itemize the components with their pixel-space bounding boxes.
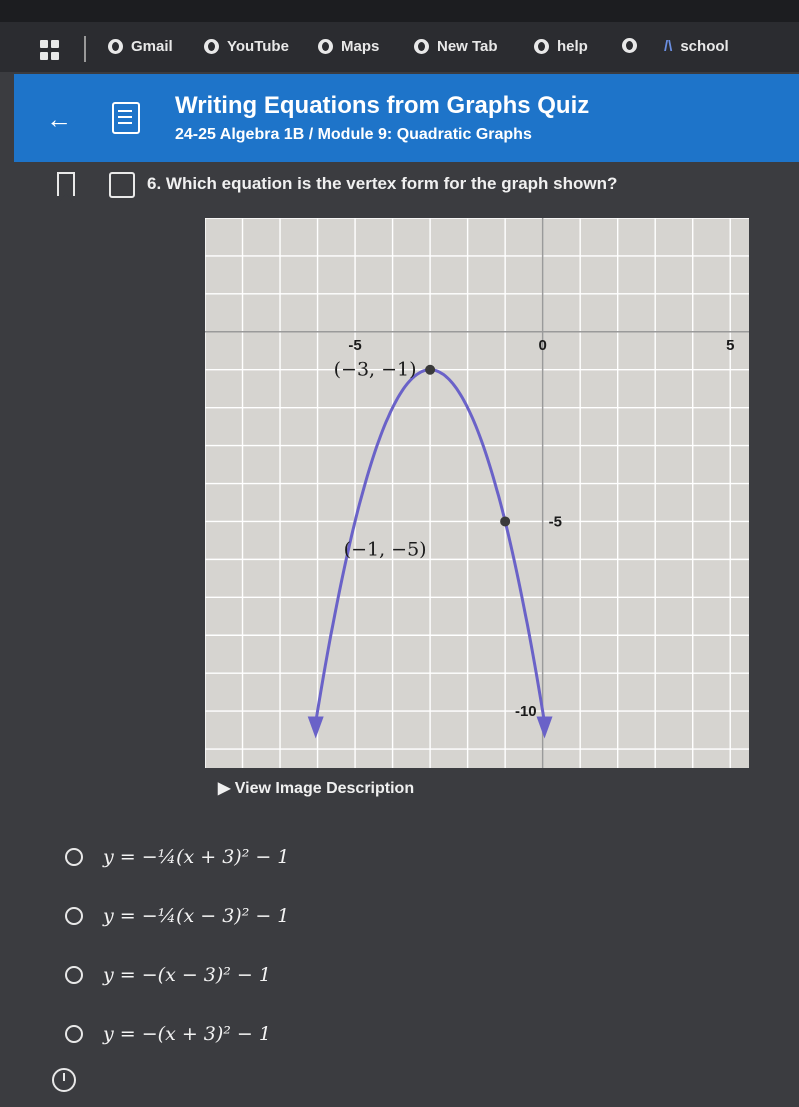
y-tick-label: -10	[515, 703, 537, 720]
timer-icon[interactable]	[52, 1068, 76, 1092]
bookmarks-separator	[84, 36, 86, 62]
bookmark-gmail[interactable]: Gmail	[108, 38, 173, 55]
bookmark-label: help	[557, 38, 588, 55]
option-text: y = −¼(x + 3)² − 1	[103, 846, 290, 868]
point-label: (−1, −5)	[344, 538, 427, 560]
option-text: y = −(x − 3)² − 1	[103, 964, 271, 986]
bookmark-help[interactable]: help	[534, 38, 588, 55]
data-point	[425, 364, 436, 375]
radio-button[interactable]	[65, 848, 83, 866]
graph-axes	[205, 218, 749, 768]
globe-icon	[622, 38, 637, 53]
view-image-description-toggle[interactable]: ▶ View Image Description	[218, 778, 414, 798]
quiz-list-icon	[112, 102, 140, 134]
bookmark-question-icon[interactable]	[57, 172, 75, 202]
answer-option-1[interactable]: y = −¼(x + 3)² − 1	[65, 846, 289, 868]
x-tick-label: -5	[348, 337, 361, 354]
globe-icon	[414, 39, 429, 54]
answer-option-3[interactable]: y = −(x − 3)² − 1	[65, 964, 271, 986]
back-arrow-icon[interactable]: ←	[46, 104, 72, 135]
y-tick-label: -5	[549, 513, 562, 530]
bookmark-label: New Tab	[437, 38, 498, 55]
question-text: 6. Which equation is the vertex form for…	[147, 174, 618, 193]
bookmark-youtube[interactable]: YouTube	[204, 38, 289, 55]
globe-icon	[318, 39, 333, 54]
parabola-graph: -5 0 5 -5 -10 (−3, −1) (−1, −5)	[205, 218, 749, 768]
bookmark-label: YouTube	[227, 38, 289, 55]
bookmark-label: Gmail	[131, 38, 173, 55]
graph-panel: -5 0 5 -5 -10 (−3, −1) (−1, −5)	[205, 218, 749, 768]
triangle-right-icon: ▶	[218, 780, 231, 797]
graph-marks: -5 0 5 -5 -10 (−3, −1) (−1, −5)	[307, 337, 734, 739]
bookmark-label: school	[680, 38, 729, 55]
option-text: y = −¼(x − 3)² − 1	[103, 905, 290, 927]
curve-arrow-right	[536, 716, 553, 739]
data-point	[500, 516, 511, 527]
bookmark-unnamed[interactable]	[622, 38, 645, 53]
note-icon[interactable]	[109, 172, 135, 198]
bookmark-label: Maps	[341, 38, 380, 55]
view-description-label: View Image Description	[234, 780, 415, 797]
apps-grid-icon[interactable]	[40, 40, 60, 60]
quiz-subtitle: 24-25 Algebra 1B / Module 9: Quadratic G…	[175, 126, 532, 143]
point-label: (−3, −1)	[334, 359, 417, 381]
bookmark-school[interactable]: /\ school	[664, 38, 729, 55]
answer-option-4[interactable]: y = −(x + 3)² − 1	[65, 1023, 271, 1045]
radio-button[interactable]	[65, 907, 83, 925]
globe-icon	[204, 39, 219, 54]
bookmark-maps[interactable]: Maps	[318, 38, 379, 55]
x-tick-label: 5	[726, 337, 734, 354]
quiz-title: Writing Equations from Graphs Quiz	[175, 92, 590, 119]
globe-icon	[534, 39, 549, 54]
graph-grid	[205, 218, 749, 768]
answer-option-2[interactable]: y = −¼(x − 3)² − 1	[65, 905, 289, 927]
browser-top-strip	[0, 0, 799, 22]
option-text: y = −(x + 3)² − 1	[103, 1023, 271, 1045]
radio-button[interactable]	[65, 1025, 83, 1043]
curve-arrow-left	[307, 716, 324, 739]
radio-button[interactable]	[65, 966, 83, 984]
x-tick-label: 0	[538, 337, 546, 354]
school-logo-icon: /\	[664, 38, 673, 55]
bookmark-new-tab[interactable]: New Tab	[414, 38, 498, 55]
globe-icon	[108, 39, 123, 54]
